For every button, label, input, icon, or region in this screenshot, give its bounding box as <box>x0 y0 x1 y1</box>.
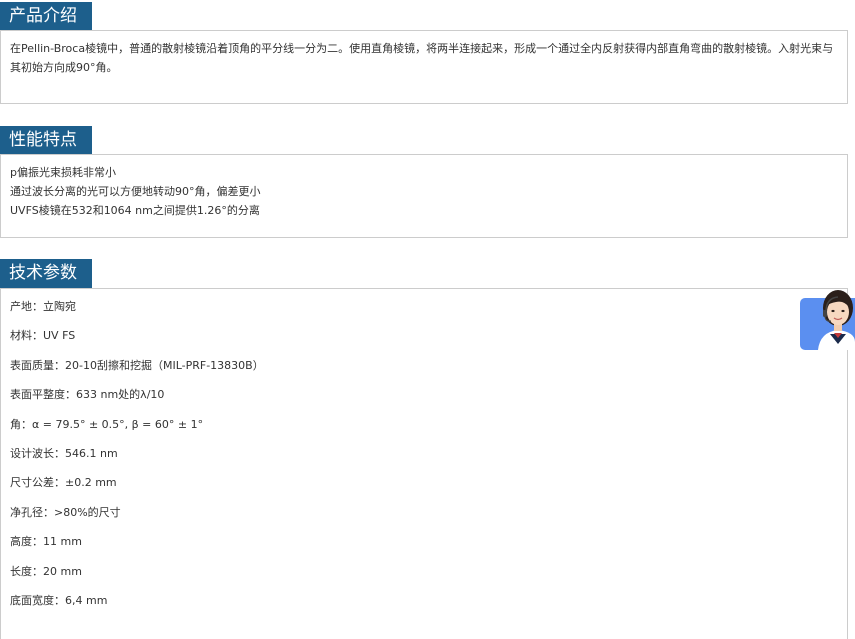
spec-row-surface-quality: 表面质量：20-10刮擦和挖掘（MIL-PRF-13830B） <box>10 358 838 387</box>
spec-value: 20-10刮擦和挖掘（MIL-PRF-13830B） <box>65 358 264 372</box>
spec-value: 20 mm <box>43 564 82 578</box>
spec-value: α = 79.5° ± 0.5°, β = 60° ± 1° <box>32 417 204 431</box>
spec-value: 633 nm处的λ/10 <box>76 388 165 402</box>
spec-row-length: 长度：20 mm <box>10 564 838 593</box>
spec-row-height: 高度：11 mm <box>10 534 838 563</box>
intro-section-body: 在Pellin-Broca棱镜中，普通的散射棱镜沿着顶角的平分线一分为二。使用直… <box>0 30 848 104</box>
spec-value: >80%的尺寸 <box>54 505 121 519</box>
feature-item: 通过波长分离的光可以方便地转动90°角，偏差更小 <box>10 185 261 198</box>
features-section-title: 性能特点 <box>0 126 92 155</box>
spec-value: ±0.2 mm <box>65 476 117 490</box>
spec-label: 角： <box>10 417 32 431</box>
spec-value: 立陶宛 <box>43 300 76 313</box>
intro-text: 在Pellin-Broca棱镜中，普通的散射棱镜沿着顶角的平分线一分为二。使用直… <box>10 42 834 74</box>
spec-label: 产地： <box>10 300 43 313</box>
spec-row-dimension-tolerance: 尺寸公差：±0.2 mm <box>10 475 838 504</box>
spec-label: 表面平整度： <box>10 388 76 402</box>
spec-row-angle: 角：α = 79.5° ± 0.5°, β = 60° ± 1° <box>10 417 838 446</box>
spec-label: 高度： <box>10 535 43 549</box>
spec-row-surface-flatness: 表面平整度：633 nm处的λ/10 <box>10 387 838 416</box>
spec-value: 11 mm <box>43 535 82 549</box>
spec-row-design-wavelength: 设计波长：546.1 nm <box>10 446 838 475</box>
spec-label: 设计波长： <box>10 446 65 460</box>
feature-item: p偏振光束损耗非常小 <box>10 166 116 179</box>
spec-label: 尺寸公差： <box>10 476 65 490</box>
spec-label: 长度： <box>10 564 43 578</box>
specs-section-title: 技术参数 <box>0 259 92 288</box>
spec-value: 546.1 nm <box>65 446 118 460</box>
spec-row-clear-aperture: 净孔径：>80%的尺寸 <box>10 505 838 534</box>
spec-label: 底面宽度： <box>10 593 65 607</box>
spec-label: 净孔径： <box>10 505 54 519</box>
spec-label: 材料： <box>10 329 43 343</box>
customer-service-avatar-icon[interactable] <box>800 284 855 350</box>
spec-value: UV FS <box>43 329 76 343</box>
spec-row-base-width: 底面宽度：6,4 mm <box>10 593 838 622</box>
features-section-body: p偏振光束损耗非常小 通过波长分离的光可以方便地转动90°角，偏差更小 UVFS… <box>0 154 848 238</box>
spec-value: 6,4 mm <box>65 593 108 607</box>
intro-section-title: 产品介绍 <box>0 2 92 31</box>
customer-service-widget[interactable] <box>800 284 855 350</box>
spec-row-origin: 产地：立陶宛 <box>10 299 838 328</box>
specs-section-body: 产地：立陶宛 材料：UV FS 表面质量：20-10刮擦和挖掘（MIL-PRF-… <box>0 288 848 639</box>
spec-label: 表面质量： <box>10 358 65 372</box>
feature-item: UVFS棱镜在532和1064 nm之间提供1.26°的分离 <box>10 204 260 217</box>
spec-row-material: 材料：UV FS <box>10 328 838 357</box>
